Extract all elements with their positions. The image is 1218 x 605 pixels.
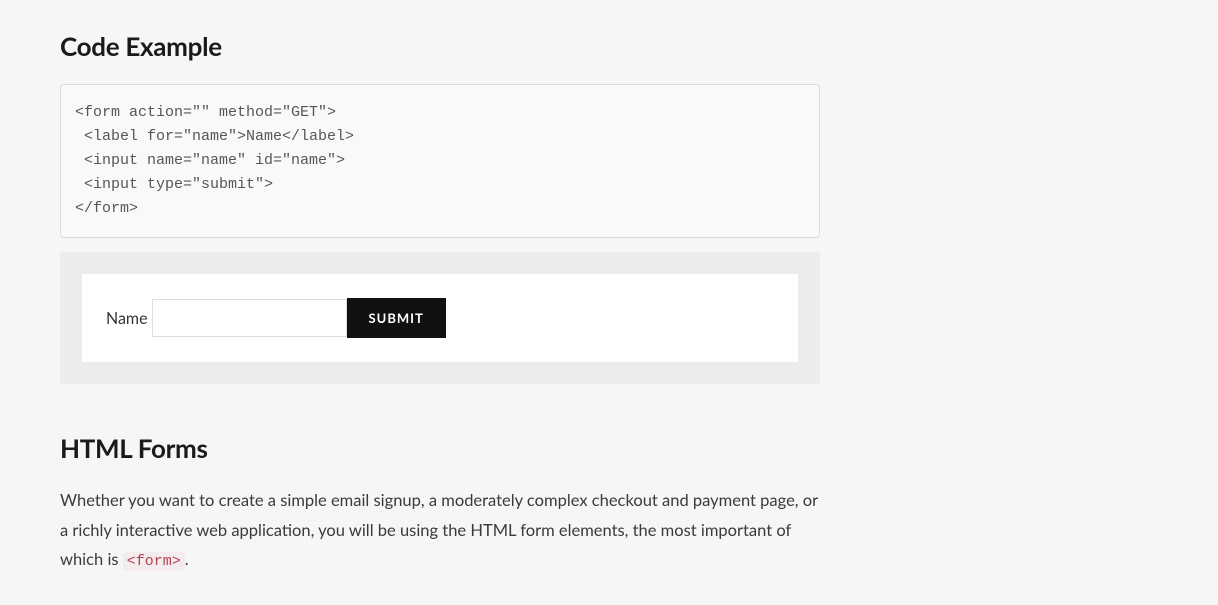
heading-html-forms: HTML Forms — [60, 432, 820, 464]
name-label: Name — [106, 309, 148, 328]
heading-code-example: Code Example — [60, 30, 820, 62]
form-preview-inner: Name SUBMIT — [82, 274, 798, 362]
form-preview-outer: Name SUBMIT — [60, 252, 820, 384]
inline-code-form: <form> — [123, 552, 185, 571]
submit-button[interactable]: SUBMIT — [347, 298, 446, 338]
code-block: <form action="" method="GET"> <label for… — [60, 84, 820, 238]
forms-intro-paragraph: Whether you want to create a simple emai… — [60, 486, 820, 575]
paragraph-text-post: . — [185, 549, 189, 569]
name-input[interactable] — [152, 299, 347, 337]
